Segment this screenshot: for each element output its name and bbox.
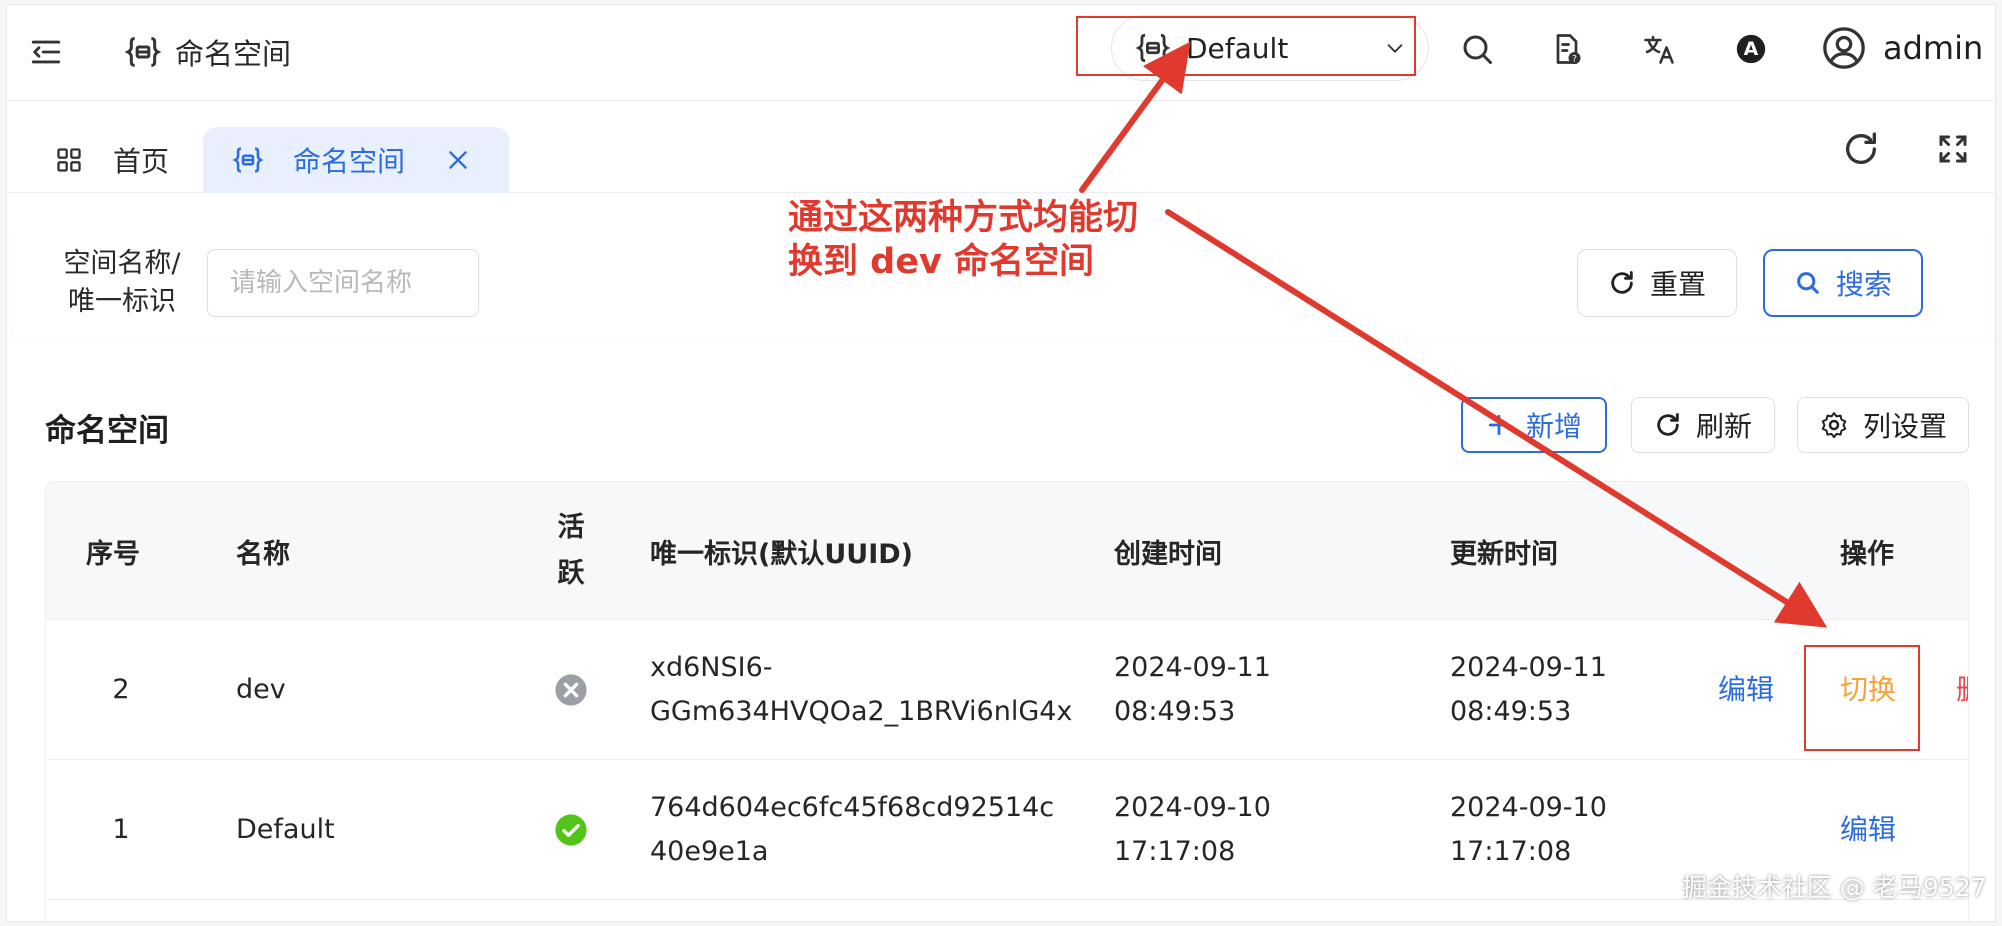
annotation-text: 通过这两种方式均能切 换到 dev 命名空间 [788,196,1188,284]
column-header-actions: 操作 [1840,538,1894,570]
row-created-time: 08:49:53 [1114,696,1236,727]
active-check-icon [555,814,587,846]
tab-namespace-label: 命名空间 [293,145,406,178]
column-settings-label: 列设置 [1862,410,1947,443]
row-action-delete[interactable]: 删 [1956,620,1968,760]
app-window: 命名空间 Default ? A admin 首页 命名空间 空间名称/唯一标识… [6,4,1996,922]
fullscreen-icon[interactable] [1935,131,1971,167]
row-action-edit[interactable]: 编辑 [1718,620,1774,760]
column-header-uid: 唯一标识(默认UUID) [650,538,913,570]
table-header: 序号 名称 活跃 唯一标识(默认UUID) 创建时间 更新时间 操作 [46,482,1968,620]
user-menu[interactable]: admin [1821,25,1983,71]
tab-namespace[interactable]: 命名空间 [203,127,509,193]
user-avatar-icon [1823,27,1865,69]
row-created-date: 2024-09-11 [1114,652,1271,683]
namespace-table: 序号 名称 活跃 唯一标识(默认UUID) 创建时间 更新时间 操作 2 dev [45,481,1969,921]
row-created-date: 2024-09-10 [1114,792,1271,823]
row-uid-line1: xd6NSI6- [650,652,773,683]
column-header-name: 名称 [236,538,290,570]
section-title: 命名空间 [45,413,169,449]
menu-fold-icon[interactable] [29,35,63,69]
reload-icon [1611,271,1633,294]
column-settings-button[interactable]: 列设置 [1797,397,1969,453]
row-updated: 2024-09-10 17:17:08 [1450,760,1607,900]
row-created: 2024-09-10 17:17:08 [1114,760,1271,900]
tab-home-label: 首页 [113,145,170,178]
tab-home[interactable]: 首页 [55,127,169,193]
column-header-index: 序号 [86,538,140,570]
row-updated-time: 08:49:53 [1450,696,1572,727]
namespace-icon [232,147,264,173]
namespace-icon [124,37,162,67]
row-name: Default [236,814,335,845]
namespace-select[interactable]: Default [1111,15,1429,81]
edit-link[interactable]: 编辑 [1718,668,1774,712]
reload-icon [1657,413,1679,436]
column-header-created: 创建时间 [1114,538,1222,570]
search-icon [1463,35,1492,64]
delete-link[interactable]: 删 [1956,668,1968,712]
column-header-updated: 更新时间 [1450,538,1558,570]
chevron-down-icon [1387,44,1403,53]
namespace-table-card: 命名空间 新增 刷新 列设置 序号 名称 活跃 唯一标识(默认UUID) 创建时… [13,373,1991,921]
refresh-button-label: 刷新 [1695,410,1752,443]
namespace-select-value: Default [1186,31,1289,65]
row-name: dev [236,674,286,705]
language-button[interactable] [1637,27,1681,71]
theme-badge-text: A [1743,38,1759,60]
annotation-line-1: 通过这两种方式均能切 [788,198,1139,238]
refresh-button[interactable]: 刷新 [1631,397,1775,453]
site-watermark: 掘金技术社区 @ 老马9527 [1682,873,1987,902]
namespace-search-input[interactable] [207,249,479,317]
reset-button[interactable]: 重置 [1577,249,1737,317]
row-uid: 764d604ec6fc45f68cd92514c 40e9e1a [650,760,1054,900]
switch-link[interactable]: 切换 [1840,668,1896,712]
row-updated-date: 2024-09-10 [1450,792,1607,823]
column-header-active: 活跃 [557,512,585,589]
table-row: 2 dev xd6NSI6- GGm634HVQOa2_1BRVi6nlG4x … [46,620,1968,760]
reset-button-label: 重置 [1649,268,1706,301]
edit-link[interactable]: 编辑 [1840,808,1896,852]
row-uid-line2: GGm634HVQOa2_1BRVi6nlG4x [650,696,1073,727]
row-created-time: 17:17:08 [1114,836,1236,867]
plus-icon [1488,414,1510,436]
username: admin [1883,29,1984,67]
row-uid-line1: 764d604ec6fc45f68cd92514c [650,792,1055,823]
gear-icon [1821,412,1847,439]
row-uid-line2: 40e9e1a [650,836,769,867]
document-help-icon: ? [1556,34,1581,64]
header-title: 命名空间 [175,37,292,71]
row-active-status [554,620,588,760]
table-row: 1 Default 764d604ec6fc45f68cd92514c 40e9… [46,760,1968,900]
search-submit-button[interactable]: 搜索 [1763,249,1923,317]
top-header: 命名空间 Default ? A admin [7,5,1995,101]
search-button-label: 搜索 [1835,268,1892,301]
row-updated: 2024-09-11 08:49:53 [1450,620,1607,760]
row-active-status [554,760,588,900]
row-index: 1 [112,814,130,845]
annotation-line-2: 换到 dev 命名空间 [788,242,1094,282]
search-icon [1797,272,1819,294]
theme-button[interactable]: A [1729,27,1773,71]
row-updated-date: 2024-09-11 [1450,652,1607,683]
svg-text:?: ? [1572,54,1577,64]
inactive-x-icon [555,674,587,706]
close-icon[interactable] [445,147,471,173]
namespace-icon [1135,33,1171,63]
search-button[interactable] [1455,27,1499,71]
tabs-bar: 首页 命名空间 [7,101,1995,193]
translate-icon [1644,35,1674,64]
reload-icon[interactable] [1841,129,1881,169]
docs-button[interactable]: ? [1545,27,1589,71]
row-created: 2024-09-11 08:49:53 [1114,620,1271,760]
row-uid: xd6NSI6- GGm634HVQOa2_1BRVi6nlG4x [650,620,1072,760]
search-field-label: 空间名称/唯一标识 [63,248,181,317]
dashboard-icon [57,148,81,172]
add-button-label: 新增 [1525,410,1582,443]
add-namespace-button[interactable]: 新增 [1461,397,1607,453]
row-index: 2 [112,674,130,705]
page-heading: 命名空间 [123,31,291,73]
row-action-switch[interactable]: 切换 [1840,620,1896,760]
row-updated-time: 17:17:08 [1450,836,1572,867]
